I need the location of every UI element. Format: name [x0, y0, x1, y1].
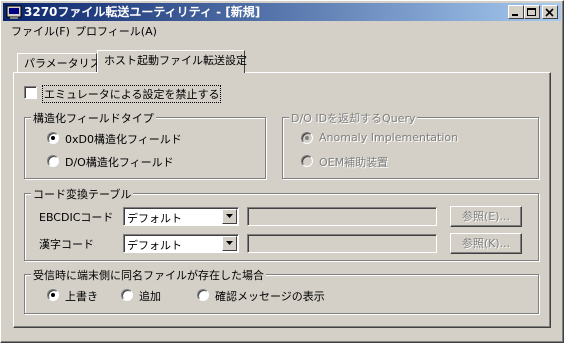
radio-do[interactable] [47, 155, 59, 167]
emulator-checkbox-label[interactable]: エミュレータによる設定を禁止する [42, 85, 222, 103]
minimize-icon [512, 14, 518, 16]
close-icon [545, 8, 554, 17]
maximize-icon [527, 8, 536, 16]
tab-panel: エミュレータによる設定を禁止する 構造化フィールドタイプ 0xD0構造化フィール… [13, 72, 551, 328]
ebcdic-select-value: デフォルト [127, 212, 182, 225]
do-query-group: D/O IDを返却するQuery Anomaly Implementation … [282, 110, 539, 179]
kanji-path-field[interactable] [247, 234, 437, 253]
tab-host-transfer-settings[interactable]: ホスト起動ファイル転送設定 [97, 50, 247, 73]
radio-oem[interactable] [301, 155, 313, 167]
radio-anomaly[interactable] [301, 132, 313, 144]
kanji-select[interactable]: デフォルト [123, 234, 239, 253]
ebcdic-label: EBCDICコード [39, 211, 114, 224]
tab-parameter-list[interactable]: パラメータリスト [17, 53, 112, 73]
minimize-button[interactable] [508, 5, 524, 19]
radio-confirm[interactable] [197, 289, 209, 301]
menu-file[interactable]: ファイル(F) [7, 22, 74, 41]
window-title: 3270ファイル転送ユーティリティ - [新規] [24, 5, 261, 19]
close-button[interactable] [542, 5, 558, 19]
radio-selected-dot [51, 293, 55, 297]
menu-bar: ファイル(F) プロフィール(A) [3, 22, 561, 41]
do-query-title: D/O IDを返却するQuery [289, 110, 418, 126]
file-exists-title: 受信時に端末側に同名ファイルが存在した場合 [31, 267, 266, 283]
kanji-label: 漢字コード [39, 238, 94, 251]
structured-field-group: 構造化フィールドタイプ 0xD0構造化フィールド D/O構造化フィールド [24, 110, 266, 179]
maximize-button[interactable] [524, 5, 540, 19]
radio-anomaly-label[interactable]: Anomaly Implementation [319, 131, 458, 144]
radio-append-label[interactable]: 追加 [139, 288, 161, 304]
ebcdic-dropdown-button[interactable] [222, 209, 237, 224]
structured-field-title: 構造化フィールドタイプ [31, 110, 156, 126]
radio-0xd0-label[interactable]: 0xD0構造化フィールド [65, 131, 182, 147]
main-window: 3270ファイル転送ユーティリティ - [新規] ファイル(F) プロフィール(… [0, 0, 564, 343]
chevron-down-icon [226, 214, 233, 218]
radio-selected-dot [305, 136, 309, 140]
ebcdic-browse-button[interactable]: 参照(E)... [450, 206, 522, 227]
radio-0xd0[interactable] [47, 132, 59, 144]
title-bar[interactable]: 3270ファイル転送ユーティリティ - [新規] [3, 3, 561, 21]
ebcdic-path-field[interactable] [247, 207, 437, 226]
radio-do-label[interactable]: D/O構造化フィールド [65, 154, 174, 170]
menu-profile[interactable]: プロフィール(A) [71, 22, 161, 41]
emulator-checkbox[interactable] [24, 86, 37, 99]
radio-confirm-label[interactable]: 確認メッセージの表示 [215, 288, 325, 304]
kanji-browse-button[interactable]: 参照(K)... [450, 233, 522, 254]
radio-append[interactable] [121, 289, 133, 301]
kanji-dropdown-button[interactable] [222, 236, 237, 251]
radio-overwrite[interactable] [47, 289, 59, 301]
radio-selected-dot [51, 136, 55, 140]
code-table-group: コード変換テーブル EBCDICコード デフォルト 参照(E)... 漢字コード… [24, 186, 539, 261]
radio-overwrite-label[interactable]: 上書き [65, 288, 98, 304]
app-icon [6, 5, 22, 19]
chevron-down-icon [226, 241, 233, 245]
kanji-select-value: デフォルト [127, 239, 182, 252]
radio-oem-label[interactable]: OEM補助装置 [319, 154, 388, 170]
file-exists-group: 受信時に端末側に同名ファイルが存在した場合 上書き 追加 確認メッセージの表示 [24, 267, 539, 314]
ebcdic-select[interactable]: デフォルト [123, 207, 239, 226]
code-table-title: コード変換テーブル [31, 186, 134, 202]
